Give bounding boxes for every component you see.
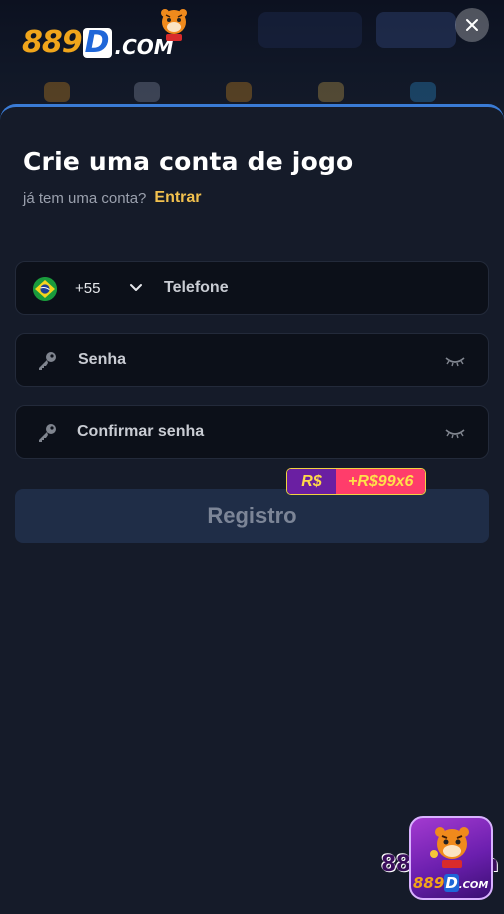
page-title: Crie uma conta de jogo — [23, 147, 354, 176]
phone-input[interactable]: Telefone — [164, 279, 229, 297]
brazil-flag-icon — [33, 277, 57, 301]
background-icon — [44, 82, 70, 102]
logo-number: 889 — [22, 25, 83, 60]
badge-logo: 889D.COM — [413, 874, 488, 892]
eye-closed-icon[interactable] — [444, 426, 466, 440]
password-input[interactable]: Senha — [78, 351, 126, 369]
key-icon — [39, 352, 56, 370]
background-tab — [258, 12, 362, 48]
tiger-mascot-icon — [161, 9, 187, 41]
logo-letter: D — [82, 25, 112, 60]
login-prompt: já tem uma conta? Entrar — [23, 189, 202, 207]
bonus-currency: R$ — [287, 469, 336, 494]
top-header: 889 D .COM — [0, 0, 504, 112]
background-icon — [410, 82, 436, 102]
eye-closed-icon[interactable] — [444, 354, 466, 368]
app-download-badge[interactable]: 889D.COM — [409, 816, 493, 900]
background-icon — [226, 82, 252, 102]
brand-logo[interactable]: 889 D .COM — [22, 9, 187, 60]
register-sheet: Crie uma conta de jogo já tem uma conta?… — [0, 104, 504, 914]
bonus-badge: R$ +R$99x6 — [286, 468, 427, 495]
key-icon — [39, 424, 56, 442]
confirm-password-field[interactable]: Confirmar senha — [15, 405, 489, 459]
close-icon — [466, 19, 478, 31]
tiger-mascot-icon — [430, 827, 469, 868]
phone-field[interactable]: +55 Telefone — [15, 261, 489, 315]
login-prompt-text: já tem uma conta? — [23, 189, 147, 207]
background-icon — [134, 82, 160, 102]
close-button[interactable] — [455, 8, 489, 42]
chevron-down-icon[interactable] — [129, 283, 143, 293]
country-code[interactable]: +55 — [75, 280, 100, 297]
badge-logo-number: 889 — [413, 874, 445, 892]
badge-logo-letter: D — [444, 874, 459, 892]
confirm-password-input[interactable]: Confirmar senha — [77, 423, 204, 441]
password-field[interactable]: Senha — [15, 333, 489, 387]
background-tab — [376, 12, 456, 48]
background-icon — [318, 82, 344, 102]
badge-logo-suffix: .COM — [458, 880, 489, 891]
login-link[interactable]: Entrar — [154, 189, 201, 207]
register-button[interactable]: Registro — [15, 489, 489, 543]
bonus-amount: +R$99x6 — [336, 469, 426, 494]
